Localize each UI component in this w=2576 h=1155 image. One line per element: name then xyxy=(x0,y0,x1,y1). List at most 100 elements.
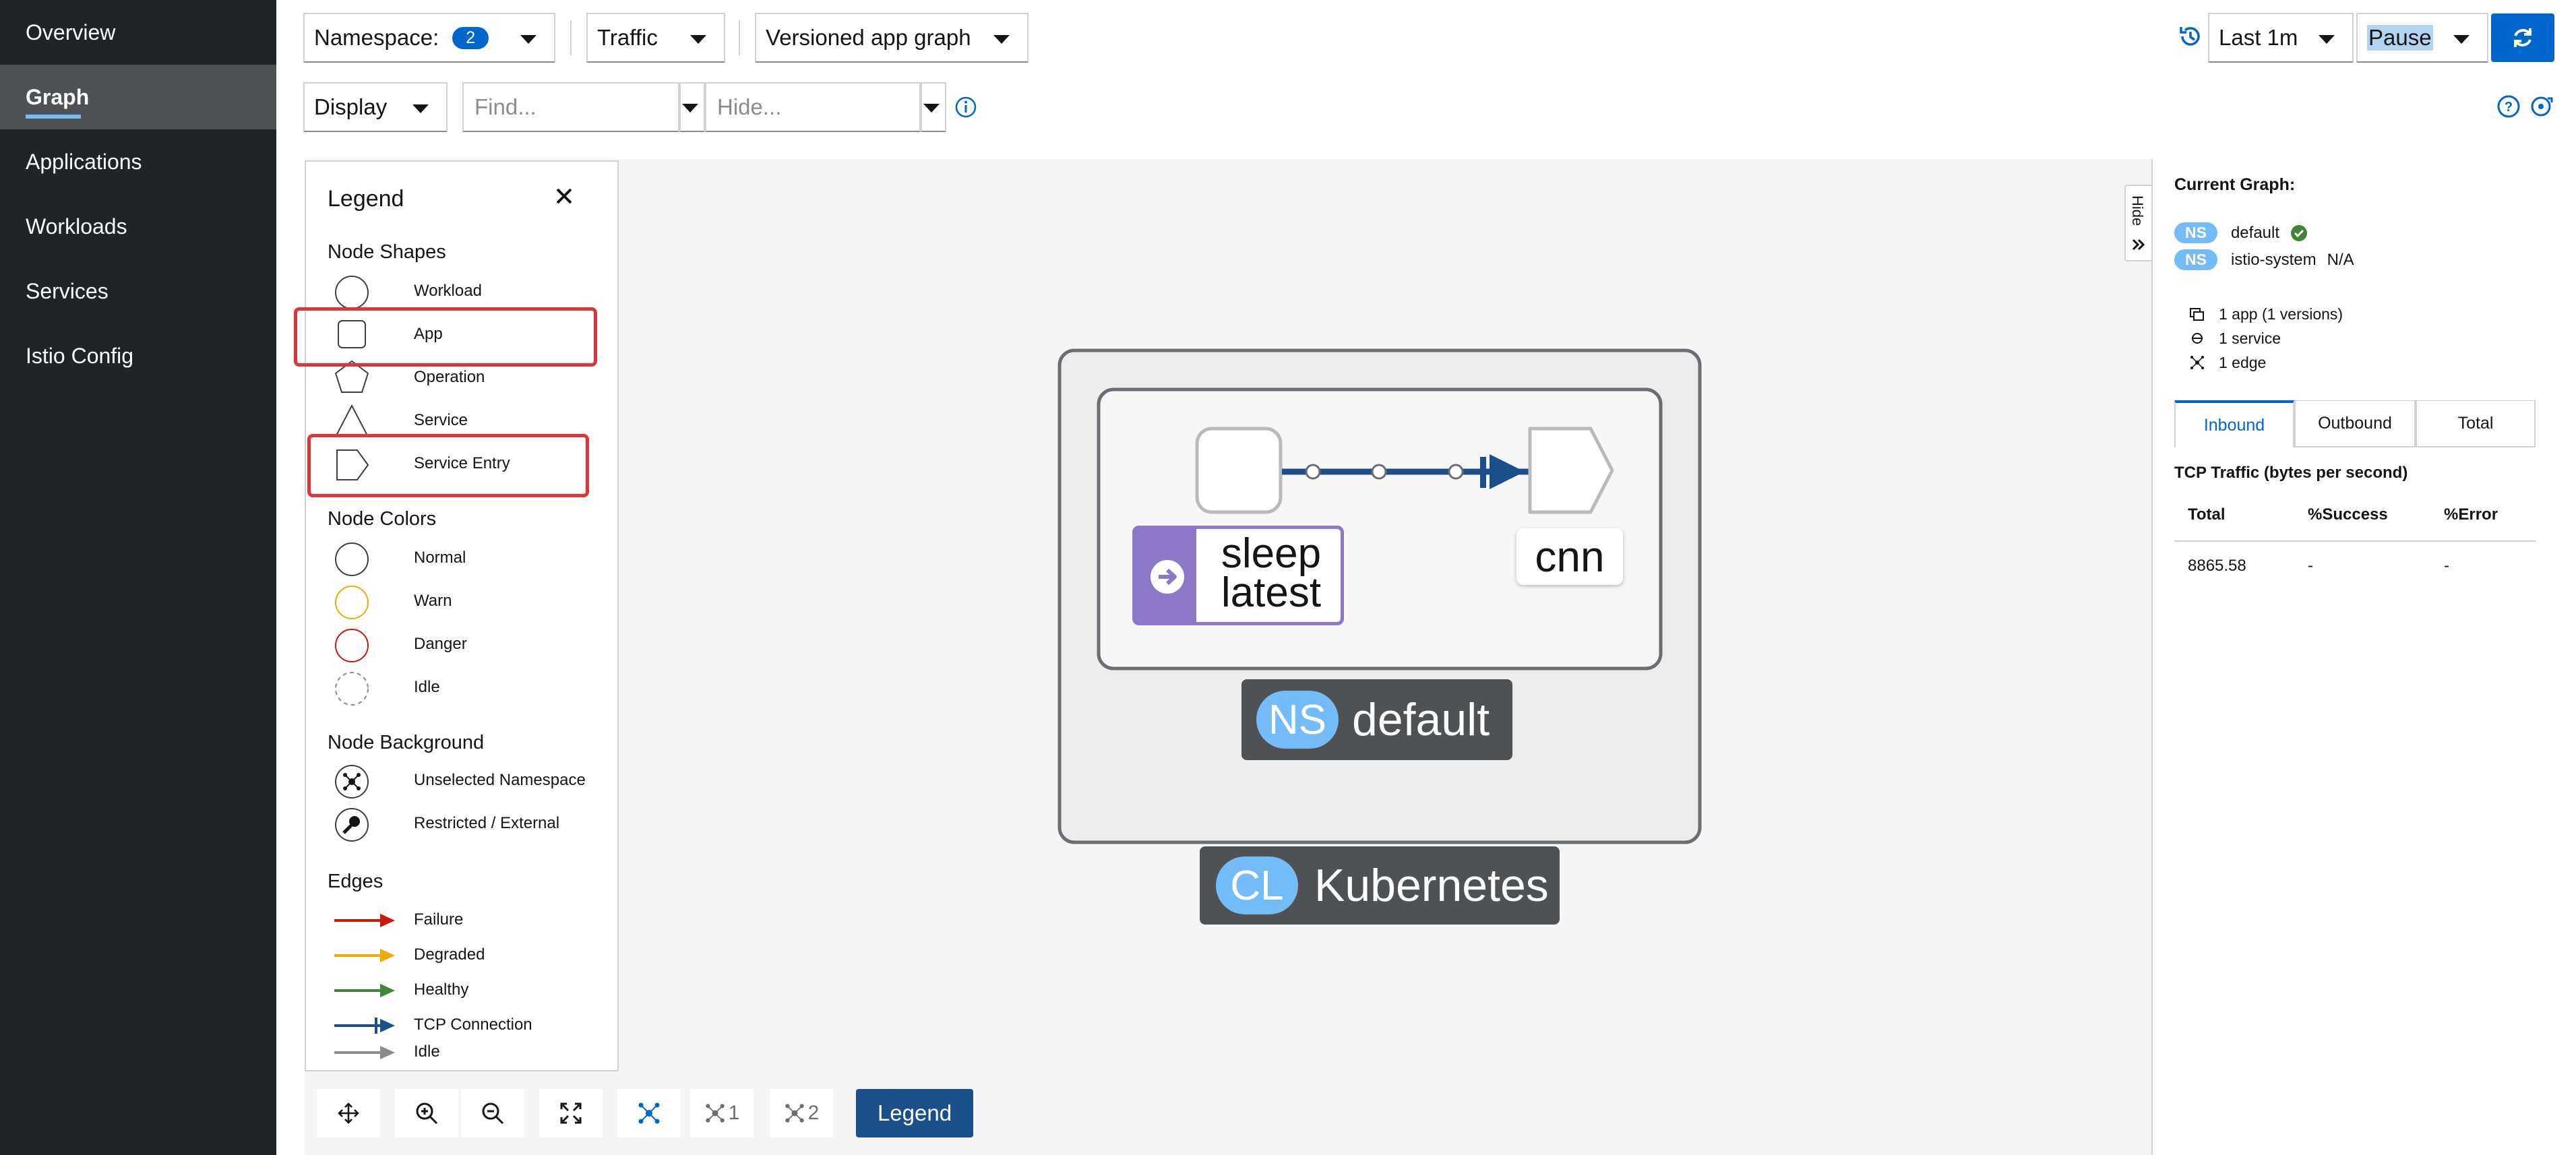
pan-button[interactable] xyxy=(317,1089,380,1137)
check-circle-icon xyxy=(2291,224,2308,241)
caret-down-icon xyxy=(923,104,940,113)
caret-down-icon xyxy=(682,104,698,113)
refresh-interval-dropdown[interactable]: Pause xyxy=(2356,13,2488,63)
legend-label: Idle xyxy=(414,678,440,696)
node-background-heading: Node Background xyxy=(328,732,485,753)
find-history-toggle[interactable] xyxy=(679,82,705,132)
traffic-dropdown[interactable]: Traffic xyxy=(586,13,725,63)
header-total: Total xyxy=(2188,505,2226,524)
legend-panel: Legend Node Shapes Workload App Operatio… xyxy=(305,160,619,1071)
header-success: %Success xyxy=(2308,505,2388,524)
info-icon[interactable] xyxy=(954,96,977,119)
close-icon[interactable] xyxy=(554,186,574,206)
ns-badge: NS xyxy=(1256,691,1339,749)
layout-2-button[interactable]: 2 xyxy=(770,1089,833,1137)
find-input[interactable]: Find... xyxy=(462,82,679,132)
cell-total: 8865.58 xyxy=(2188,557,2246,575)
legend-restricted-external: Restricted / External xyxy=(306,805,616,842)
fit-to-screen-button[interactable] xyxy=(539,1089,603,1137)
sidebar-item-applications[interactable]: Applications xyxy=(0,129,276,194)
sidebar-item-graph[interactable]: Graph xyxy=(0,65,276,129)
sidebar-item-label: Istio Config xyxy=(26,343,134,368)
legend-unselected-namespace: Unselected Namespace xyxy=(306,761,616,799)
sidebar-item-workloads[interactable]: Workloads xyxy=(0,194,276,259)
refresh-interval-label: Pause xyxy=(2367,25,2433,51)
refresh-button[interactable] xyxy=(2491,13,2554,62)
hide-input[interactable]: Hide... xyxy=(705,82,921,132)
chevron-double-right-icon xyxy=(2132,239,2145,251)
zoom-out-button[interactable] xyxy=(461,1089,524,1137)
graph-type-label: Versioned app graph xyxy=(766,25,971,50)
graph-tour-icon[interactable] xyxy=(2529,94,2554,119)
display-dropdown[interactable]: Display xyxy=(303,82,448,132)
highlight-box-service-entry xyxy=(307,434,589,497)
tcp-bar-icon xyxy=(1480,457,1486,488)
legend-toggle-button[interactable]: Legend xyxy=(856,1089,973,1137)
degraded-edge-icon xyxy=(334,949,395,962)
sidebar-item-services[interactable]: Services xyxy=(0,259,276,323)
namespace-dropdown[interactable]: Namespace: 2 xyxy=(303,13,555,63)
legend-label: Idle xyxy=(414,1042,440,1061)
tab-total[interactable]: Total xyxy=(2416,400,2536,447)
legend-label: Workload xyxy=(414,282,482,300)
app-node-label[interactable]: sleep latest xyxy=(1132,526,1344,625)
legend-danger: Danger xyxy=(306,625,616,663)
namespace-label-box[interactable]: NS default xyxy=(1241,679,1512,760)
app-badge xyxy=(1136,529,1196,622)
legend-label: Danger xyxy=(414,635,467,653)
layout-1-label: 1 xyxy=(728,1102,740,1124)
sidebar-item-label: Workloads xyxy=(26,214,127,239)
namespace-label: Namespace: xyxy=(314,25,439,50)
caret-down-icon xyxy=(520,35,536,44)
divider xyxy=(739,20,740,55)
traffic-table-header: Total %Success %Error xyxy=(2174,496,2536,542)
duration-label: Last 1m xyxy=(2219,25,2298,50)
sidebar-item-istio-config[interactable]: Istio Config xyxy=(0,323,276,388)
node-colors-heading: Node Colors xyxy=(328,508,437,530)
legend-label: Normal xyxy=(414,549,466,567)
legend-warn: Warn xyxy=(306,582,616,620)
layout-default-button[interactable] xyxy=(617,1089,681,1137)
zoom-in-button[interactable] xyxy=(395,1089,458,1137)
layout-1-button[interactable]: 1 xyxy=(690,1089,754,1137)
graph-type-dropdown[interactable]: Versioned app graph xyxy=(755,13,1029,63)
service-entry-label[interactable]: cnn xyxy=(1516,528,1623,585)
cluster-label-box[interactable]: CL Kubernetes xyxy=(1200,846,1560,925)
caret-down-icon xyxy=(690,35,706,44)
sidebar-item-label: Applications xyxy=(26,149,142,174)
tcp-edge-icon xyxy=(334,1018,395,1034)
expand-icon xyxy=(560,1102,582,1124)
refresh-icon xyxy=(2514,28,2532,47)
topology-icon xyxy=(785,1104,804,1123)
hide-panel-toggle[interactable]: Hide xyxy=(2124,185,2151,261)
duration-dropdown[interactable]: Last 1m xyxy=(2208,13,2354,63)
history-icon[interactable] xyxy=(2177,23,2204,50)
app-node-sleep[interactable] xyxy=(1195,427,1283,514)
tab-label: Inbound xyxy=(2203,415,2265,435)
circle-warn-icon xyxy=(335,586,369,619)
app-icon xyxy=(2190,308,2204,321)
cl-badge: CL xyxy=(1216,856,1298,914)
active-indicator xyxy=(26,115,81,119)
topology-icon xyxy=(335,765,369,799)
tab-outbound[interactable]: Outbound xyxy=(2294,400,2416,447)
hide-history-toggle[interactable] xyxy=(921,82,946,132)
stat-apps: 1 app (1 versions) xyxy=(2219,305,2343,323)
move-icon xyxy=(338,1102,359,1124)
key-icon xyxy=(335,808,369,842)
tab-inbound[interactable]: Inbound xyxy=(2174,400,2294,447)
highlight-box-app xyxy=(294,307,597,367)
tab-label: Outbound xyxy=(2318,414,2392,433)
app-version: latest xyxy=(1221,569,1322,616)
legend-label: Failure xyxy=(414,910,464,929)
sidebar-item-label: Services xyxy=(26,278,109,303)
tab-label: Total xyxy=(2457,414,2494,433)
healthy-edge-icon xyxy=(334,984,395,997)
sidebar-item-overview[interactable]: Overview xyxy=(0,0,276,65)
edges-heading: Edges xyxy=(328,871,384,892)
edge-dot xyxy=(1371,464,1387,480)
help-icon[interactable]: ? xyxy=(2496,94,2521,119)
circle-shape-icon xyxy=(335,276,369,309)
ns-badge: NS xyxy=(2174,222,2217,243)
circle-normal-icon xyxy=(335,542,369,576)
